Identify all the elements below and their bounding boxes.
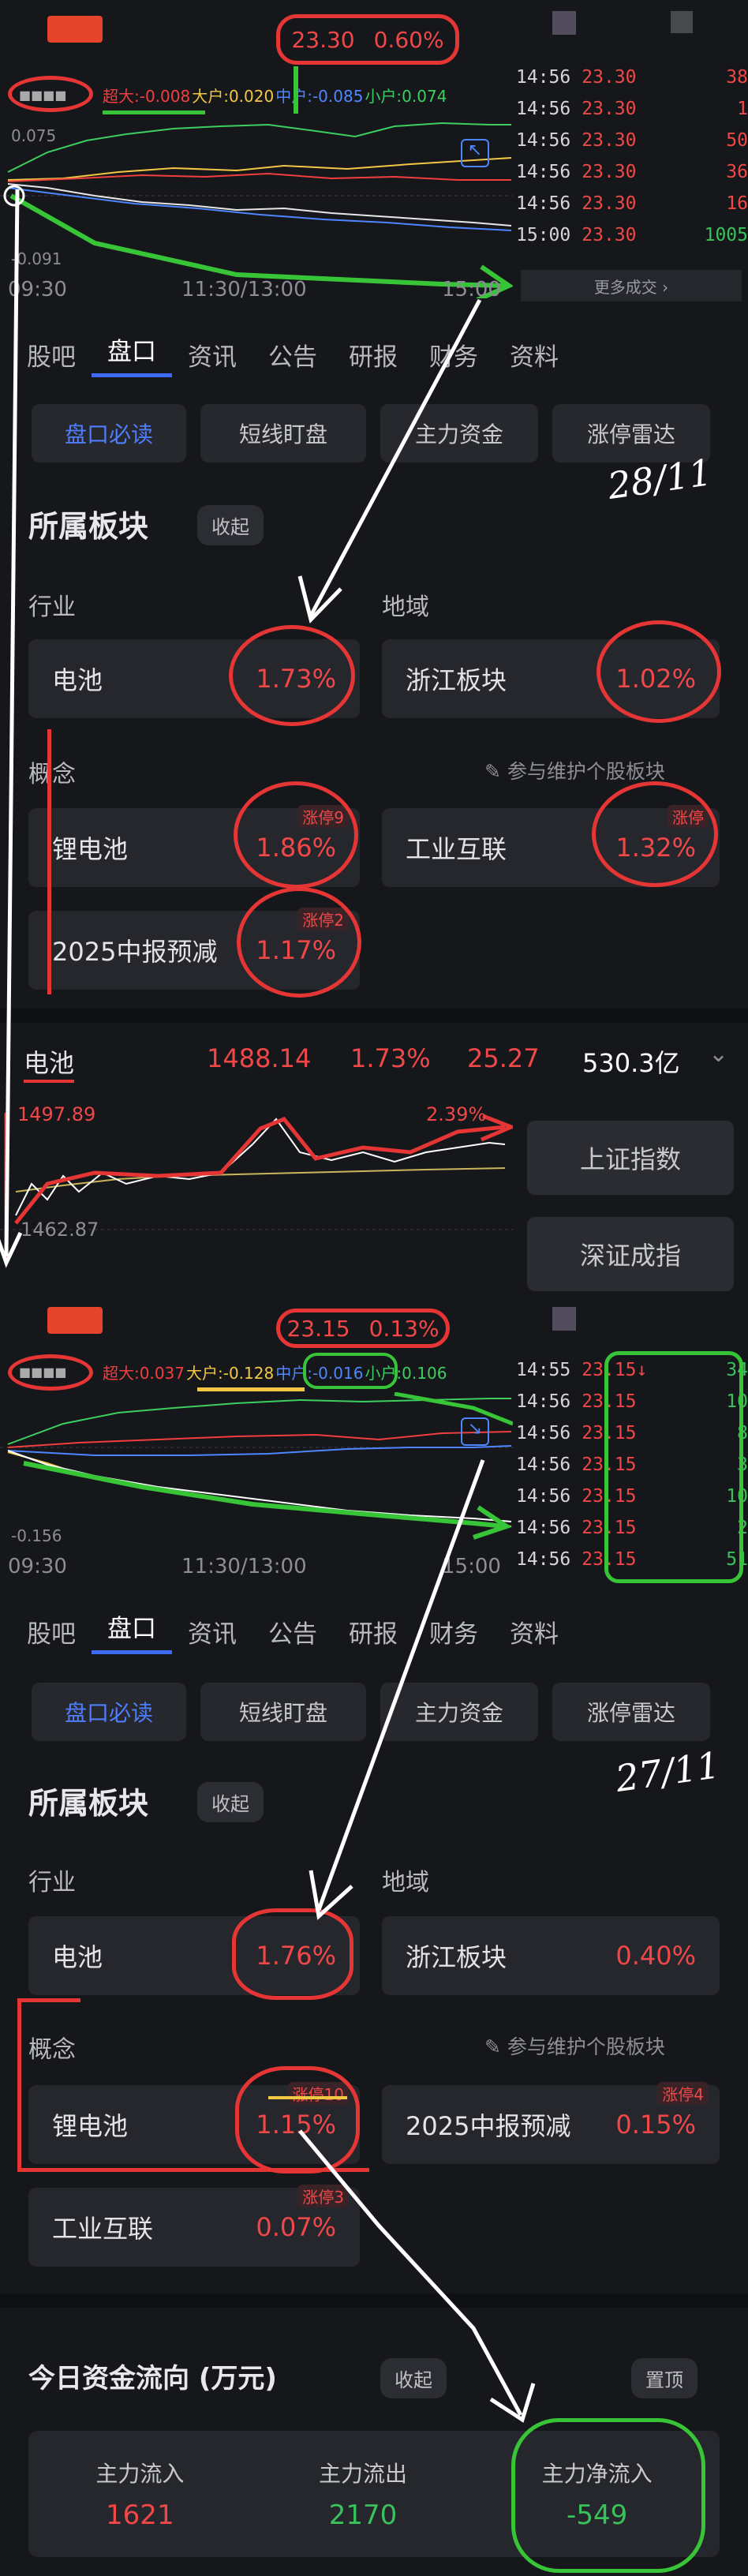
underline-annotation <box>103 110 205 114</box>
trade-row: 14:56 23.30 38 <box>516 67 748 88</box>
trade-row: 14:56 23.30 36 <box>516 162 748 182</box>
app-logo <box>47 16 103 43</box>
y-max-label: 0.075 <box>11 126 57 145</box>
blurred-avatar <box>552 11 576 35</box>
current-price: 23.30 <box>291 26 355 53</box>
blurred-avatar <box>552 1307 576 1331</box>
blurred-icon <box>671 11 693 33</box>
app-logo <box>47 1307 103 1334</box>
flow-super: 超大:-0.008 <box>103 87 191 106</box>
price-change-pct: 0.13% <box>368 1315 439 1342</box>
trade-row: 14:56 23.30 50 <box>516 130 748 151</box>
trade-row: 14:56 23.30 1 <box>516 99 748 119</box>
price-change-pct: 0.60% <box>373 26 444 53</box>
flow-small: 小户:0.074 <box>365 87 447 106</box>
green-bar-annotation <box>294 66 298 114</box>
main-inflow: 主力流入 1621 <box>95 2461 185 2531</box>
flow-large: 大户:0.020 <box>192 87 275 106</box>
white-arrow-annotation <box>298 1459 536 2423</box>
white-arrow-annotation <box>0 189 482 1268</box>
flow-medium: 中户:-0.085 <box>275 87 364 106</box>
current-price: 23.15 <box>286 1315 350 1342</box>
main-outflow: 主力流出 2170 <box>318 2461 407 2531</box>
annotation-circle <box>8 76 93 112</box>
price-pill: 23.30 0.60% <box>276 14 459 65</box>
fund-flow-legend: ■■■■ 超大:-0.008 大户:0.020 中户:-0.085 小户:0.0… <box>8 76 513 112</box>
expand-icon[interactable]: ↖ <box>461 139 489 167</box>
